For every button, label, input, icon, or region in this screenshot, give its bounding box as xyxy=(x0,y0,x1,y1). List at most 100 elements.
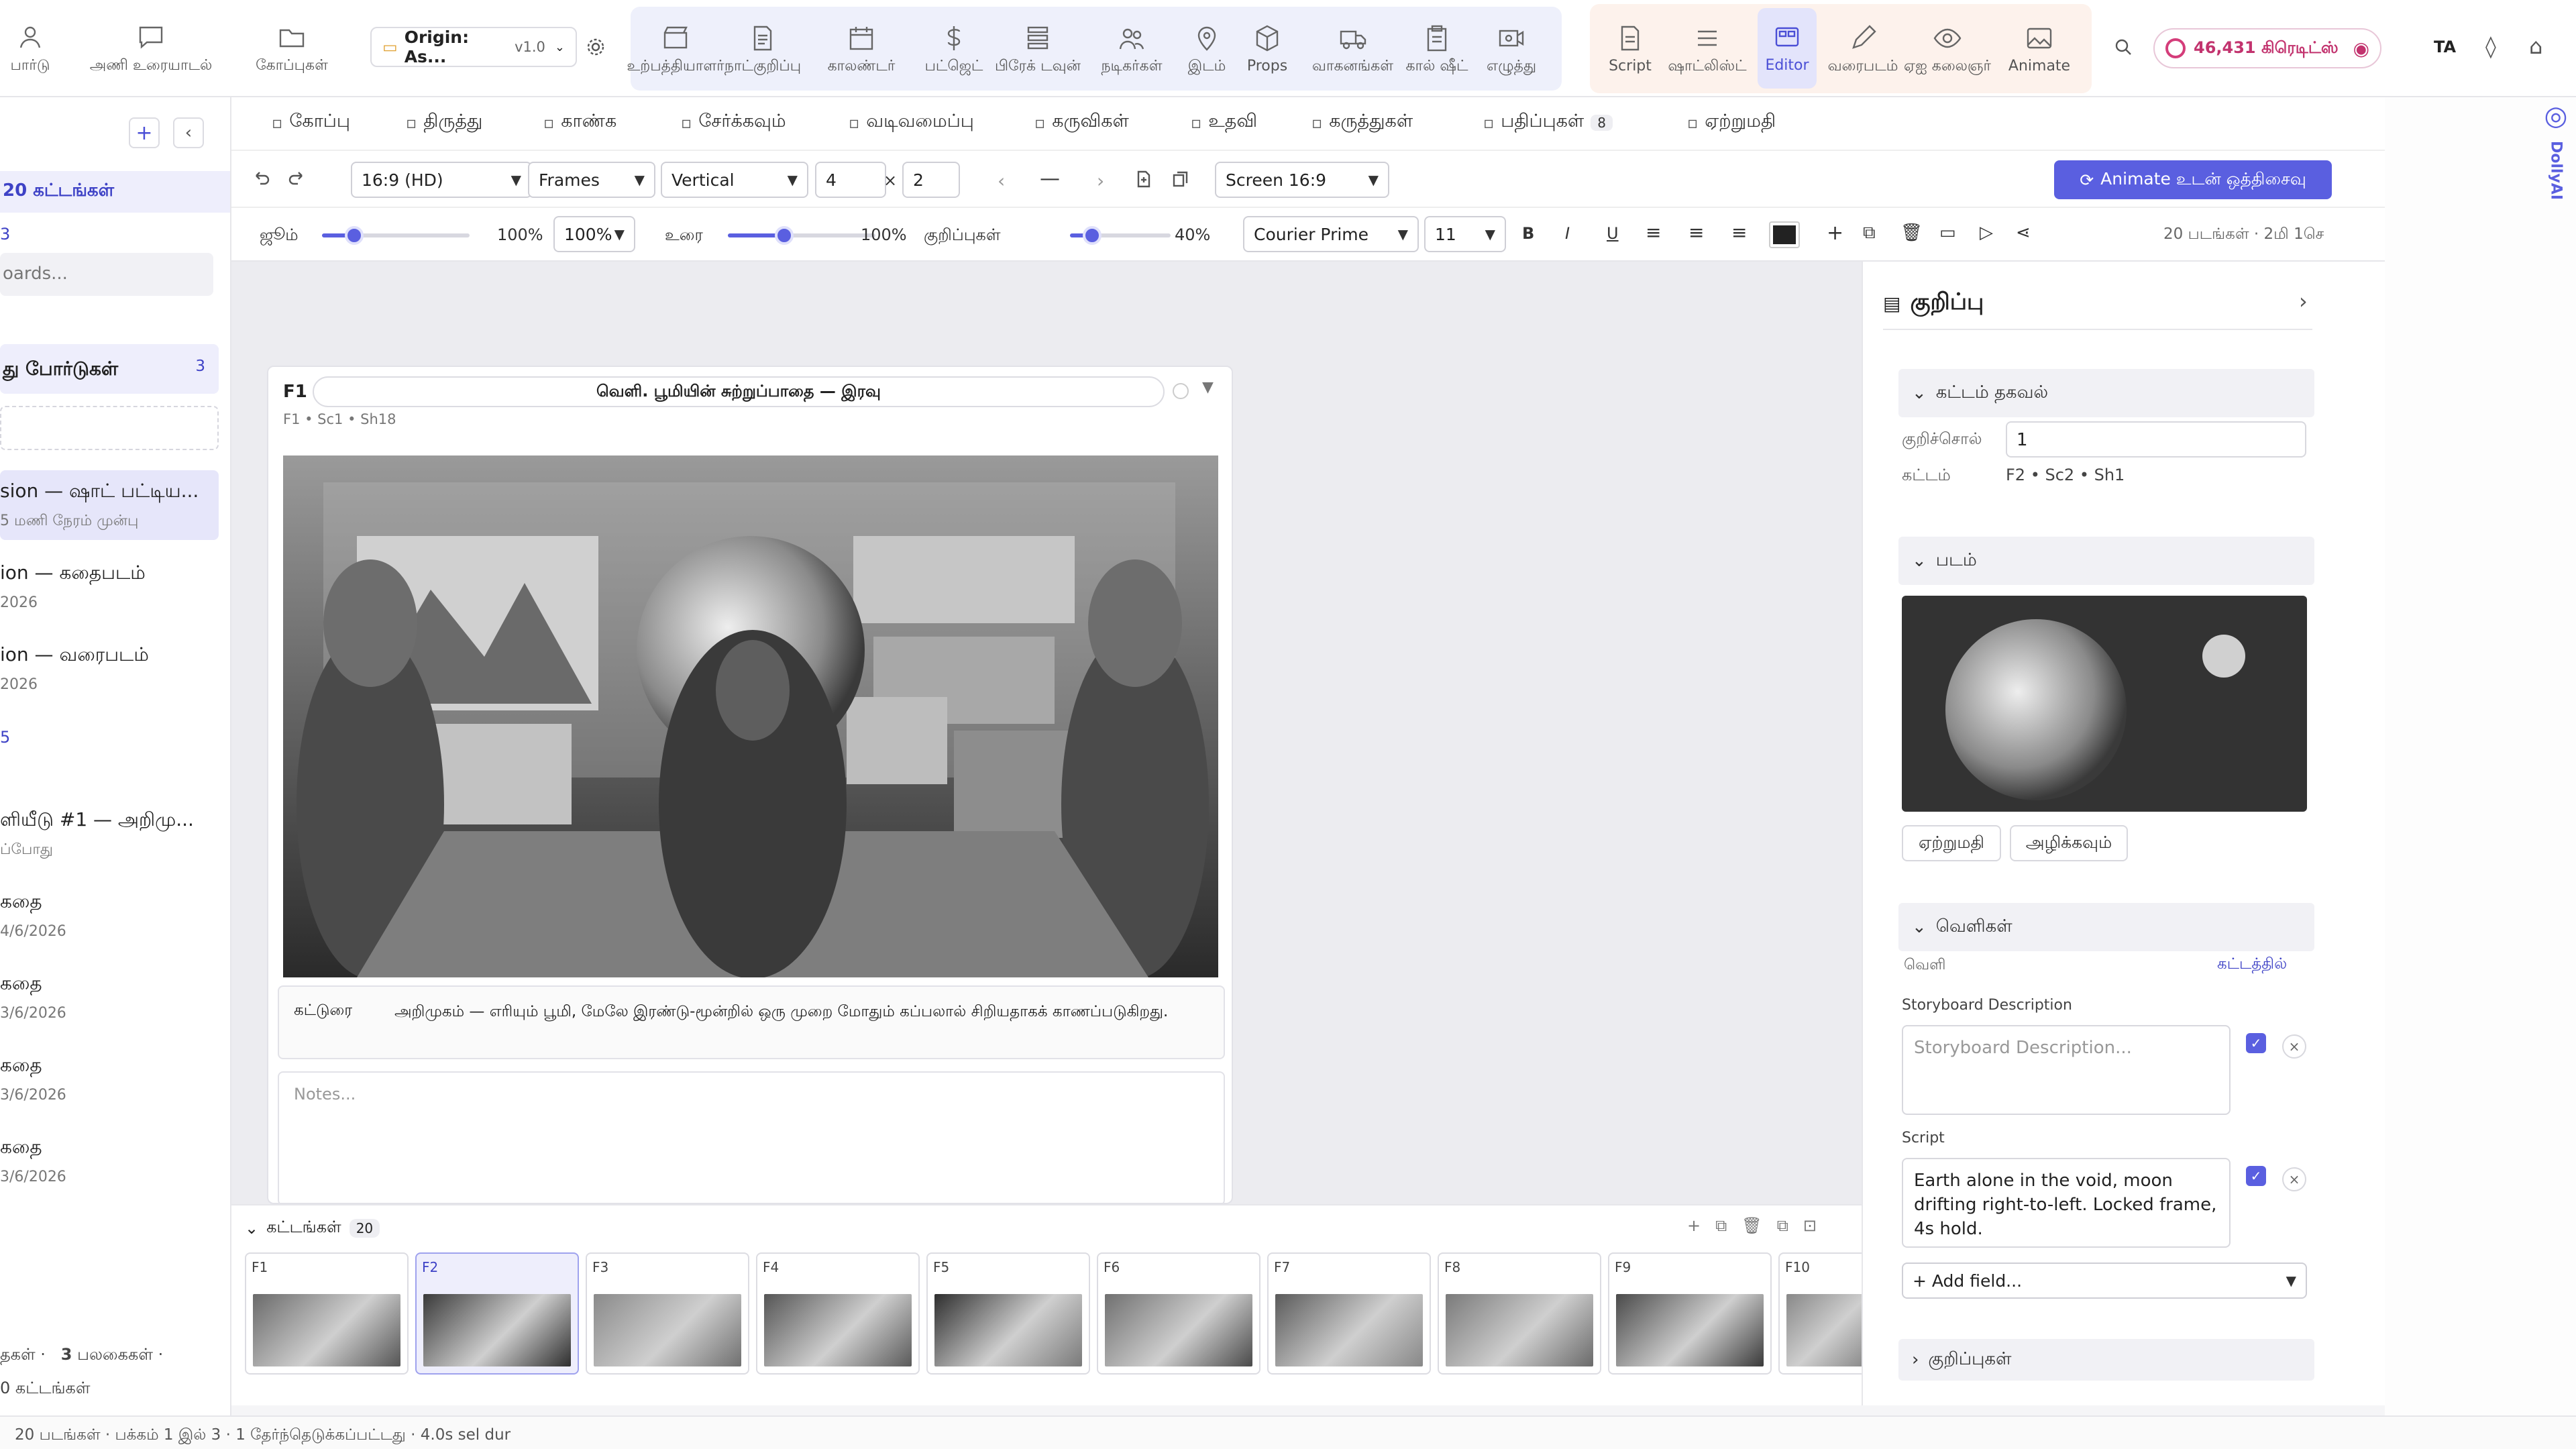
share-icon[interactable]: ⋖ xyxy=(2016,223,2031,243)
frame-preview-image[interactable] xyxy=(1902,596,2307,812)
tool-editor[interactable]: Editor xyxy=(1758,8,1817,89)
board-list-item[interactable]: கதை 3/6/2026 xyxy=(0,1054,221,1104)
frame-thumbnail[interactable]: F9 xyxy=(1608,1252,1772,1375)
nav-team-chat[interactable]: அணி உரையாடல் xyxy=(74,0,228,97)
frame-thumbnail[interactable]: F5 xyxy=(926,1252,1090,1375)
image-upload-button[interactable]: ஏற்றுமதி xyxy=(1902,825,2001,861)
tool-image[interactable]: Animate xyxy=(2002,0,2076,97)
trash-icon[interactable]: 🗑 xyxy=(1900,223,1923,243)
play-icon[interactable]: ▷ xyxy=(1980,223,1993,243)
frame-thumbnail[interactable]: F2 xyxy=(415,1252,579,1375)
frame-menu-icon[interactable]: ▼ xyxy=(1202,379,1214,396)
collapse-sidebar-button[interactable]: ‹ xyxy=(173,117,204,148)
board-list-item[interactable]: ion — வரைபடம் 2026 xyxy=(0,643,221,693)
nav-party[interactable]: பார்டு xyxy=(0,0,60,97)
italic-button[interactable]: I xyxy=(1565,224,1570,243)
storyboard-description-checkbox[interactable]: ✓ xyxy=(2246,1033,2266,1053)
language-toggle[interactable]: TA xyxy=(2434,38,2456,56)
frame-info-section-header[interactable]: ⌄ கட்டம் தகவல் xyxy=(1898,369,2314,417)
notes-section-header[interactable]: › குறிப்புகள் xyxy=(1898,1339,2314,1381)
script-input[interactable]: Earth alone in the void, moon drifting r… xyxy=(1902,1158,2231,1248)
menu-text[interactable]: ▫ வடிவமைப்பு xyxy=(849,111,974,134)
align-right-icon[interactable]: ≡ xyxy=(1731,221,1747,244)
tool-video[interactable]: எழுத்து xyxy=(1468,0,1555,97)
frame-thumbnail[interactable]: F7 xyxy=(1267,1252,1431,1375)
project-select[interactable]: ▭ Origin: As... v1.0 ⌄ xyxy=(370,27,577,67)
text-size-slider[interactable] xyxy=(728,226,875,245)
strip-actions[interactable]: +⧉🗑⧉⊡ xyxy=(1687,1216,1831,1235)
frame-title-input[interactable]: வெளி. பூமியின் சுற்றுப்பாதை — இரவு xyxy=(313,376,1165,407)
notes-size-slider[interactable] xyxy=(1070,226,1171,245)
remove-script-button[interactable]: × xyxy=(2282,1167,2306,1191)
menu-edit[interactable]: ▫ திருத்து xyxy=(406,111,482,134)
view-mode-select[interactable]: Frames ▼ xyxy=(528,162,655,198)
drop-icon[interactable]: ◊ xyxy=(2485,34,2496,59)
tool-list[interactable]: ஷாட்லிஸ்ட் xyxy=(1657,0,1758,97)
comment-icon[interactable]: ▭ xyxy=(1939,223,1956,243)
board-list-item[interactable]: sion — ஷாட் பட்டிய... 5 மணி நேரம் முன்பு xyxy=(0,470,219,540)
boards-section-header[interactable]: து போர்டுகள் 3 xyxy=(0,344,219,394)
add-board-button[interactable]: + xyxy=(129,117,160,148)
new-board-dropzone[interactable] xyxy=(0,406,219,450)
frame-thumbnail[interactable]: F1 xyxy=(245,1252,409,1375)
menu-comment[interactable]: ▫ கருத்துகள் xyxy=(1311,111,1413,134)
tool-pencil[interactable]: வரைபடம் xyxy=(1819,0,1907,97)
undo-button[interactable] xyxy=(248,164,274,191)
tool-document[interactable]: நாட்குறிப்பு xyxy=(712,0,813,97)
keyword-input[interactable]: 1 xyxy=(2006,421,2306,458)
menu-download[interactable]: ▫ ஏற்றுமதி xyxy=(1687,111,1776,134)
align-left-icon[interactable]: ≡ xyxy=(1646,221,1661,244)
underline-button[interactable]: U xyxy=(1607,224,1619,243)
frame-card[interactable]: F1 வெளி. பூமியின் சுற்றுப்பாதை — இரவு ▼ … xyxy=(267,366,1233,1205)
board-list-item[interactable]: கதை 3/6/2026 xyxy=(0,1136,221,1185)
prev-page-button[interactable]: ‹ xyxy=(998,170,1005,192)
output-frame-link[interactable]: கட்டத்தில் xyxy=(2217,955,2287,975)
menu-plus[interactable]: ▫ சேர்க்கவும் xyxy=(681,111,786,134)
outputs-section-header[interactable]: ⌄ வெளிகள் xyxy=(1898,903,2314,951)
notes-input[interactable]: Notes... xyxy=(278,1071,1225,1205)
orientation-select[interactable]: Vertical ▼ xyxy=(661,162,808,198)
project-settings-button[interactable] xyxy=(582,34,609,60)
tool-dollar[interactable]: பட்ஜெட் xyxy=(914,0,994,97)
next-page-button[interactable]: › xyxy=(1097,170,1104,192)
frame-thumbnail[interactable]: F4 xyxy=(756,1252,920,1375)
image-section-header[interactable]: ⌄ படம் xyxy=(1898,537,2314,585)
menu-file[interactable]: ▫ கோப்பு xyxy=(272,111,350,134)
aspect-ratio-select[interactable]: 16:9 (HD) ▼ xyxy=(351,162,532,198)
tool-calendar[interactable]: காலண்டர் xyxy=(821,0,902,97)
frame-thumbnail[interactable]: F10 xyxy=(1778,1252,1872,1375)
dollyai-rail[interactable]: ◎ DollyAI xyxy=(2536,101,2576,275)
image-delete-button[interactable]: அழிக்கவும் xyxy=(2010,825,2128,861)
storyboard-description-input[interactable]: Storyboard Description... xyxy=(1902,1025,2231,1115)
align-center-icon[interactable]: ≡ xyxy=(1688,221,1704,244)
board-list-item[interactable]: ion — கதைபடம் 2026 xyxy=(0,561,221,611)
credits-badge[interactable]: 46,431 கிரெடிட்ஸ் ◉ xyxy=(2153,28,2381,68)
menu-wrench[interactable]: ▫ கருவிகள் xyxy=(1034,111,1129,134)
frames-strip-header[interactable]: ⌄ கட்டங்கள் 20 xyxy=(245,1218,380,1238)
nav-files[interactable]: கோப்புகள் xyxy=(238,0,345,97)
bold-button[interactable]: B xyxy=(1522,224,1534,243)
caption-box[interactable]: கட்டுரை அறிமுகம் — எரியும் பூமி, மேலே இர… xyxy=(278,985,1225,1059)
menu-eye[interactable]: ▫ காண்க xyxy=(543,111,616,134)
frame-thumbnail[interactable]: F3 xyxy=(586,1252,749,1375)
frame-thumbnail[interactable]: F6 xyxy=(1097,1252,1260,1375)
duplicate-page-button[interactable] xyxy=(1167,166,1194,193)
panel-close-button[interactable]: › xyxy=(2299,288,2308,314)
add-field-select[interactable]: + Add field... ▼ xyxy=(1902,1263,2307,1299)
zoom-slider[interactable] xyxy=(322,226,470,245)
frame-status-icon[interactable] xyxy=(1173,383,1189,399)
tool-layers[interactable]: பிரேக் டவுன் xyxy=(994,0,1081,97)
tool-script[interactable]: Script xyxy=(1600,0,1660,97)
board-search-input[interactable]: oards... xyxy=(0,253,213,296)
new-page-button[interactable] xyxy=(1130,166,1157,193)
board-list-item[interactable]: கதை 4/6/2026 xyxy=(0,890,221,940)
tool-eye[interactable]: ஏஐ கலைஞர் xyxy=(1897,0,1998,97)
search-button[interactable] xyxy=(2110,34,2137,60)
text-color-picker[interactable] xyxy=(1769,221,1800,248)
board-list-item[interactable]: கதை 3/6/2026 xyxy=(0,972,221,1022)
tool-clapper[interactable]: உற்பத்தியாளர் xyxy=(625,0,726,97)
animate-sync-button[interactable]: ⟳ Animate உடன் ஒத்திசைவு xyxy=(2054,160,2332,199)
zoom-select[interactable]: 100% ▼ xyxy=(553,216,635,252)
add-frame-icon[interactable]: + xyxy=(1827,221,1843,245)
frame-image[interactable] xyxy=(283,455,1218,977)
